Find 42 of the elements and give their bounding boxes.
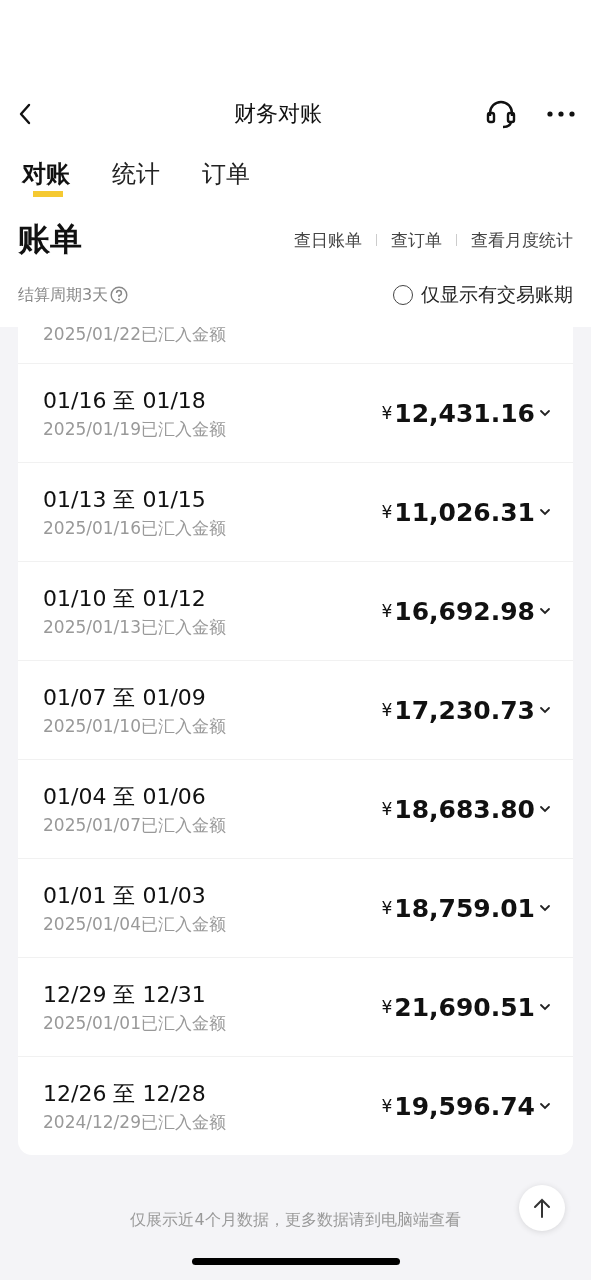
section-title: 账单 — [18, 219, 82, 260]
currency-symbol: ¥ — [381, 1096, 393, 1116]
tab[interactable]: 订单 — [202, 158, 250, 204]
tab[interactable]: 统计 — [112, 158, 160, 204]
period-label: 01/10 至 01/12 — [43, 584, 207, 613]
period-label: 12/26 至 12/28 — [43, 1079, 207, 1108]
page-title: 财务对账 — [234, 100, 322, 128]
amount: 21,690.51 — [394, 992, 535, 1022]
amount: 16,692.98 — [394, 596, 535, 626]
amount: 18,759.01 — [394, 893, 535, 923]
settlement-cycle: 结算周期3天 — [18, 284, 109, 306]
amount: 18,683.80 — [394, 794, 535, 824]
amount: 19,596.74 — [394, 1091, 535, 1121]
link[interactable]: 查订单 — [391, 228, 442, 252]
link[interactable]: 查看月度统计 — [471, 228, 573, 252]
filter-checkbox[interactable]: 仅显示有交易账期 — [393, 282, 573, 308]
transfer-date: 2025/01/01已汇入金额 — [43, 1011, 227, 1035]
period-label: 01/16 至 01/18 — [43, 386, 207, 415]
transfer-date: 2025/01/07已汇入金额 — [43, 813, 227, 837]
period-label: 01/04 至 01/06 — [43, 782, 207, 811]
period-label: 01/01 至 01/03 — [43, 881, 207, 910]
currency-symbol: ¥ — [381, 700, 393, 720]
link[interactable]: 查日账单 — [294, 228, 362, 252]
currency-symbol: ¥ — [381, 898, 393, 918]
transfer-date: 2025/01/04已汇入金额 — [43, 912, 227, 936]
amount: 12,431.16 — [394, 398, 535, 428]
currency-symbol: ¥ — [381, 799, 393, 819]
period-label: 12/29 至 12/31 — [43, 980, 207, 1009]
transfer-date: 2025/01/10已汇入金额 — [43, 714, 227, 738]
period-label: 01/07 至 01/09 — [43, 683, 207, 712]
amount: 17,230.73 — [394, 695, 535, 725]
transfer-date: 2025/01/19已汇入金额 — [43, 417, 227, 441]
amount: 11,026.31 — [394, 497, 535, 527]
period-label: 01/13 至 01/15 — [43, 485, 207, 514]
currency-symbol: ¥ — [381, 997, 393, 1017]
transfer-date: 2024/12/29已汇入金额 — [43, 1110, 227, 1134]
currency-symbol: ¥ — [381, 601, 393, 621]
currency-symbol: ¥ — [381, 403, 393, 423]
currency-symbol: ¥ — [381, 502, 393, 522]
footer-note: 仅展示近4个月数据，更多数据请到电脑端查看 — [130, 1210, 461, 1231]
transfer-date: 2025/01/13已汇入金额 — [43, 615, 227, 639]
transfer-date: 2025/01/16已汇入金额 — [43, 516, 227, 540]
